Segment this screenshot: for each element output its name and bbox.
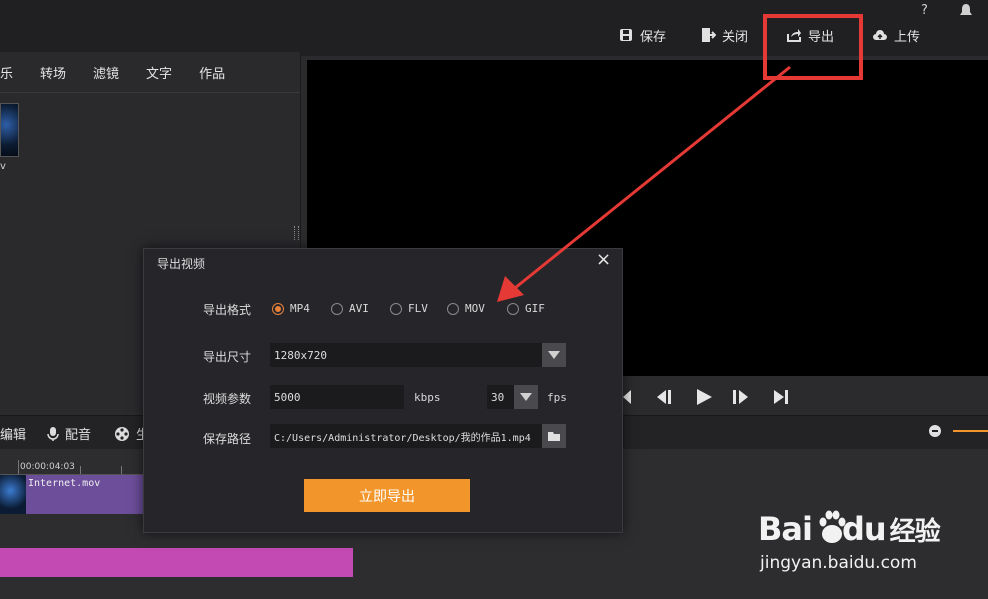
logo-text-b: du [841, 510, 887, 548]
paw-icon [819, 510, 846, 543]
baidu-logo: Bai du 经验 [758, 510, 941, 548]
logo-text-c: 经验 [889, 517, 941, 547]
logo-text-a: Bai [758, 510, 813, 548]
watermark-url: jingyan.baidu.com [760, 553, 917, 573]
